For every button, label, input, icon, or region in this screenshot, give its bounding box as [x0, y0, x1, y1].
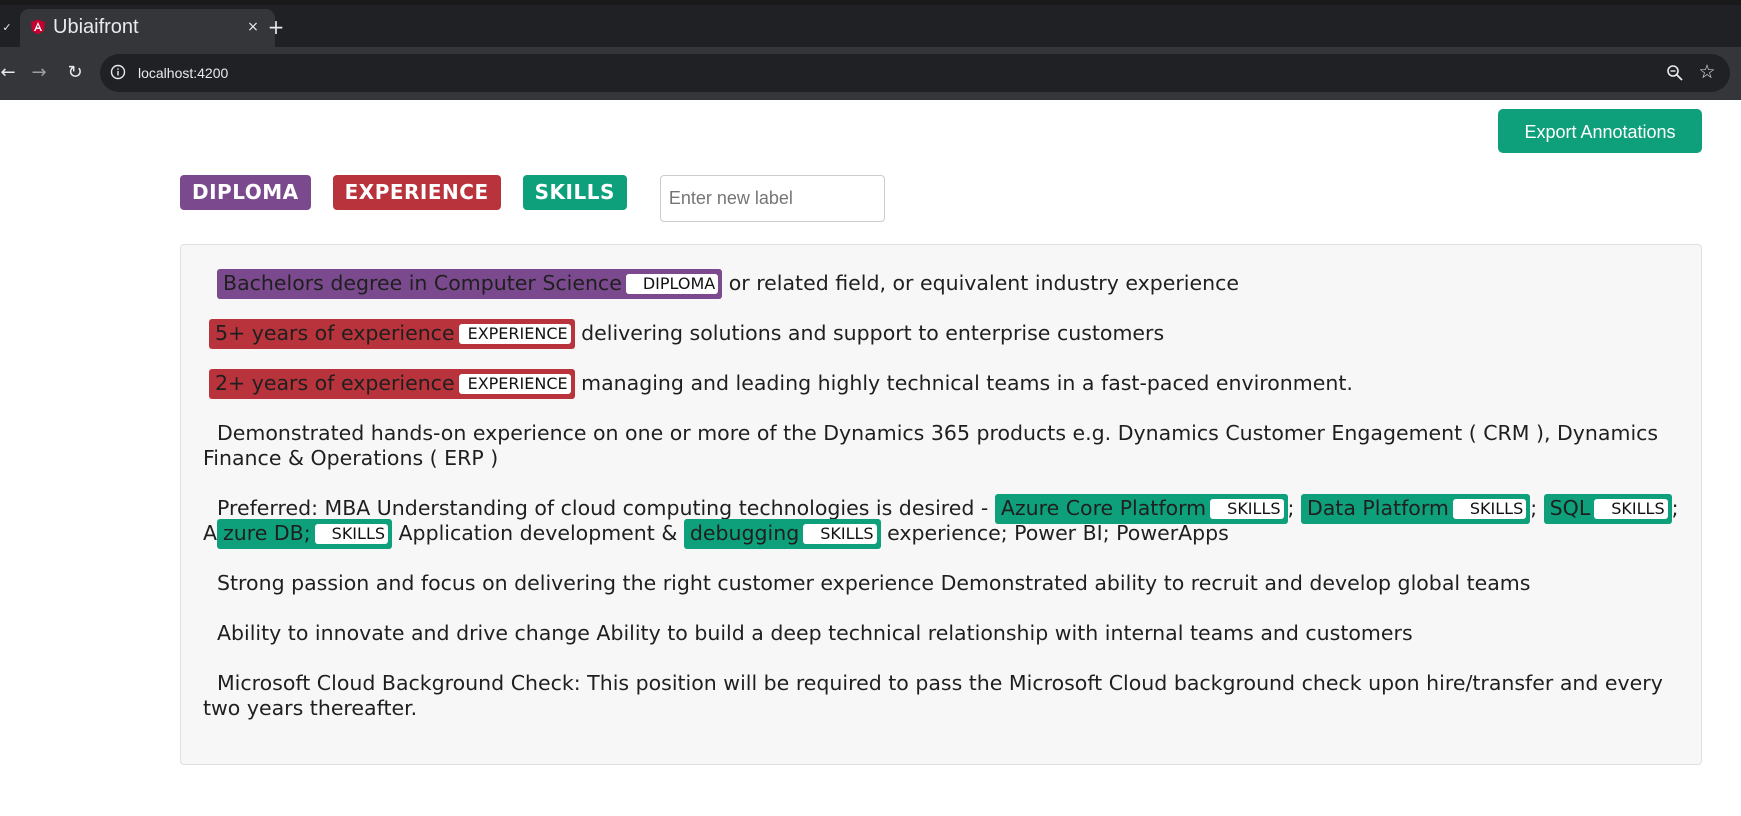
text-line[interactable]: Strong passion and focus on delivering t… [203, 571, 1679, 596]
text-line[interactable]: Microsoft Cloud Background Check: This p… [203, 671, 1679, 721]
tab-title: Ubiaifront [53, 16, 139, 38]
bookmark-star-icon[interactable]: ☆ [1698, 63, 1716, 82]
plain-text: or related field, or equivalent industry… [722, 271, 1239, 295]
annotation-label-tag: SKILLS [1594, 499, 1668, 519]
annotation-span[interactable]: Azure Core Platform SKILLS [994, 494, 1288, 524]
label-chip-skills[interactable]: SKILLS [522, 175, 627, 210]
annotation-text: zure DB; [223, 521, 311, 545]
zoom-icon[interactable] [1666, 64, 1684, 82]
new-label-input[interactable] [659, 175, 885, 222]
annotation-span[interactable]: zure DB; SKILLS [217, 519, 393, 549]
back-arrow-icon[interactable]: ← [0, 61, 20, 85]
plain-text: Application development & [392, 521, 684, 545]
annotation-label-tag: DIPLOMA [625, 274, 719, 294]
annotation-text: debugging [689, 521, 800, 545]
annotation-text: Bachelors degree in Computer Science [223, 271, 622, 295]
text-line[interactable]: Preferred: MBA Understanding of cloud co… [203, 494, 1679, 549]
angular-favicon-icon [31, 19, 45, 35]
plain-text: Preferred: MBA Understanding of cloud co… [217, 496, 995, 520]
text-line[interactable]: Ability to innovate and drive change Abi… [203, 621, 1679, 646]
annotation-label-tag: SKILLS [803, 524, 877, 544]
forward-arrow-icon[interactable]: → [27, 61, 51, 85]
export-annotations-button[interactable]: Export Annotations [1498, 109, 1702, 153]
address-bar[interactable]: localhost:4200 ☆ [100, 54, 1730, 92]
annotation-span[interactable]: 2+ years of experience EXPERIENCE [209, 369, 575, 399]
plain-text: ; [1287, 496, 1301, 520]
label-chip-experience[interactable]: EXPERIENCE [332, 175, 501, 210]
plain-text: Strong passion and focus on delivering t… [217, 571, 1531, 595]
plain-text: Demonstrated hands-on experience on one … [203, 421, 1659, 470]
annotation-label-tag: EXPERIENCE [458, 324, 571, 344]
plain-text: Ability to innovate and drive change Abi… [217, 621, 1413, 645]
reload-icon[interactable]: ↻ [63, 61, 87, 85]
plain-text: ; [1530, 496, 1544, 520]
tab-search-chevron-icon[interactable]: ✓ [0, 13, 14, 43]
new-tab-button[interactable]: + [264, 15, 288, 39]
annotation-label-tag: SKILLS [314, 524, 389, 544]
annotation-span[interactable]: Data Platform SKILLS [1300, 494, 1531, 524]
annotation-text: Data Platform [1306, 496, 1449, 520]
label-chip-diploma[interactable]: DIPLOMA [180, 175, 311, 210]
annotation-text: SQL [1549, 496, 1591, 520]
annotation-label-tag: SKILLS [1210, 499, 1284, 519]
annotation-text: Azure Core Platform [1000, 496, 1207, 520]
plain-text: experience; Power BI; PowerApps [880, 521, 1229, 545]
annotation-span[interactable]: SQL SKILLS [1543, 494, 1672, 524]
annotation-span[interactable]: debugging SKILLS [683, 519, 881, 549]
annotation-label-tag: SKILLS [1452, 499, 1527, 519]
browser-toolbar: ← → ↻ localhost:4200 ☆ [0, 47, 1741, 100]
plain-text: delivering solutions and support to ente… [574, 321, 1165, 345]
annotation-span[interactable]: Bachelors degree in Computer Science DIPL… [217, 269, 723, 299]
plain-text: Microsoft Cloud Background Check: This p… [203, 671, 1663, 720]
annotation-text-area[interactable]: Bachelors degree in Computer Science DIPL… [180, 244, 1702, 765]
label-list: DIPLOMA EXPERIENCE SKILLS [180, 175, 885, 222]
tab-close-icon[interactable]: × [243, 17, 263, 37]
text-line[interactable]: 2+ years of experience EXPERIENCE managin… [203, 369, 1679, 399]
text-line[interactable]: 5+ years of experience EXPERIENCE deliver… [203, 319, 1679, 349]
text-line[interactable]: Demonstrated hands-on experience on one … [203, 421, 1679, 471]
annotation-span[interactable]: 5+ years of experience EXPERIENCE [209, 319, 575, 349]
browser-tab-bar: ✓ Ubiaifront × + [0, 0, 1741, 47]
browser-tab[interactable]: Ubiaifront × [20, 9, 275, 47]
annotation-text: 5+ years of experience [215, 321, 455, 345]
annotation-text: 2+ years of experience [215, 371, 455, 395]
text-line[interactable]: Bachelors degree in Computer Science DIPL… [203, 269, 1679, 299]
site-info-icon[interactable] [110, 64, 126, 80]
url-text[interactable]: localhost:4200 [138, 63, 228, 83]
annotation-label-tag: EXPERIENCE [458, 374, 571, 394]
plain-text: managing and leading highly technical te… [574, 371, 1353, 395]
